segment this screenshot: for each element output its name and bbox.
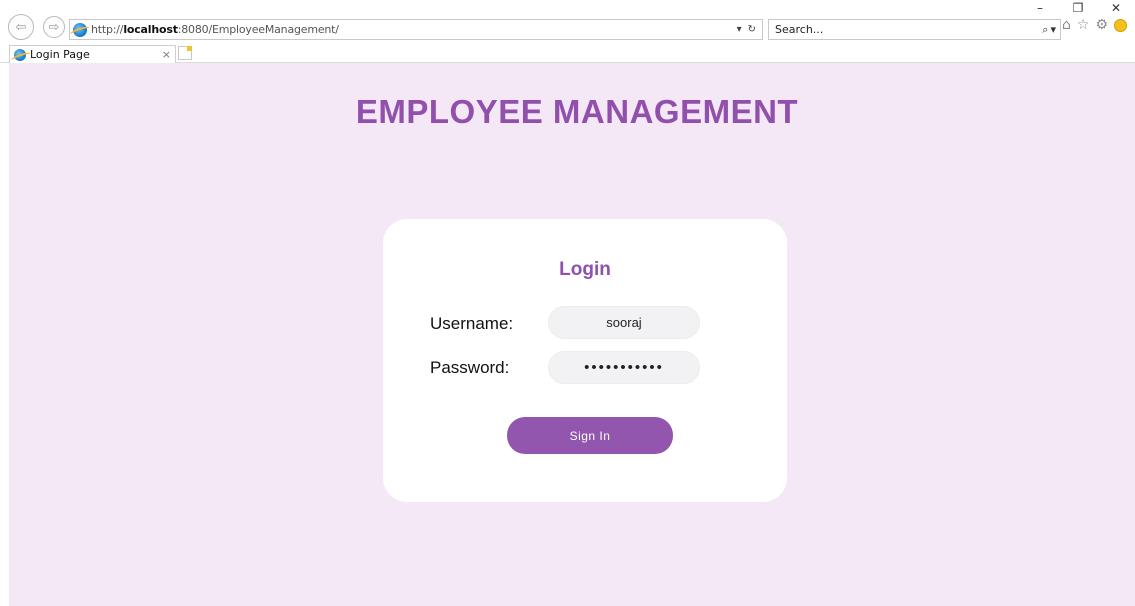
restore-button[interactable]: ❐ xyxy=(1059,0,1097,16)
tab-favicon-icon xyxy=(14,48,26,61)
tab-title: Login Page xyxy=(30,48,90,61)
favorites-star-icon[interactable]: ☆ xyxy=(1077,18,1090,32)
search-button[interactable]: ⌕ ▾ xyxy=(1042,23,1056,37)
search-dropdown-icon: ▾ xyxy=(1050,23,1056,36)
password-field[interactable] xyxy=(548,351,700,384)
username-label: Username: xyxy=(430,314,514,333)
home-icon[interactable]: ⌂ xyxy=(1062,18,1071,32)
tab-strip: Login Page × xyxy=(0,43,1135,63)
window-controls: – ❐ ✕ xyxy=(1021,0,1135,16)
login-card: Login Username: Password: Sign In xyxy=(383,219,787,502)
address-actions: ▾ ↻ xyxy=(737,24,762,35)
address-dropdown-icon[interactable]: ▾ xyxy=(737,24,742,35)
new-tab-button[interactable] xyxy=(178,46,192,60)
minimize-button[interactable]: – xyxy=(1021,0,1059,16)
settings-gear-icon[interactable]: ⚙ xyxy=(1095,18,1108,32)
url-host: localhost xyxy=(123,23,178,36)
address-bar[interactable]: http://localhost:8080/EmployeeManagement… xyxy=(69,19,763,40)
login-heading: Login xyxy=(559,259,611,280)
forward-arrow-icon: ⇨ xyxy=(48,19,60,35)
username-field[interactable] xyxy=(548,306,700,339)
feedback-smiley-icon[interactable] xyxy=(1114,18,1128,32)
sign-in-button[interactable]: Sign In xyxy=(507,417,673,454)
search-icon: ⌕ xyxy=(1042,22,1049,36)
tab-close-icon[interactable]: × xyxy=(162,48,171,61)
ie-page-icon xyxy=(73,22,87,37)
refresh-icon[interactable]: ↻ xyxy=(748,24,756,35)
url-path: :8080/EmployeeManagement/ xyxy=(177,23,339,36)
page-viewport: EMPLOYEE MANAGEMENT Login Username: Pass… xyxy=(9,63,1135,606)
browser-chrome: – ❐ ✕ ⇦ ⇨ http://localhost:8080/Employee… xyxy=(0,0,1135,42)
page-title: EMPLOYEE MANAGEMENT xyxy=(355,93,799,130)
close-window-button[interactable]: ✕ xyxy=(1097,0,1135,16)
back-button[interactable]: ⇦ xyxy=(8,14,34,40)
address-url[interactable]: http://localhost:8080/EmployeeManagement… xyxy=(91,23,339,36)
browser-toolbar: ⌂ ☆ ⚙ xyxy=(1062,18,1128,32)
search-input[interactable] xyxy=(769,20,1009,39)
back-arrow-icon: ⇦ xyxy=(15,19,27,35)
search-bar[interactable]: ⌕ ▾ xyxy=(768,19,1061,40)
tab-login-page[interactable]: Login Page × xyxy=(9,45,176,63)
password-label: Password: xyxy=(430,358,510,377)
forward-button[interactable]: ⇨ xyxy=(43,16,65,38)
url-prefix: http:// xyxy=(91,23,124,36)
